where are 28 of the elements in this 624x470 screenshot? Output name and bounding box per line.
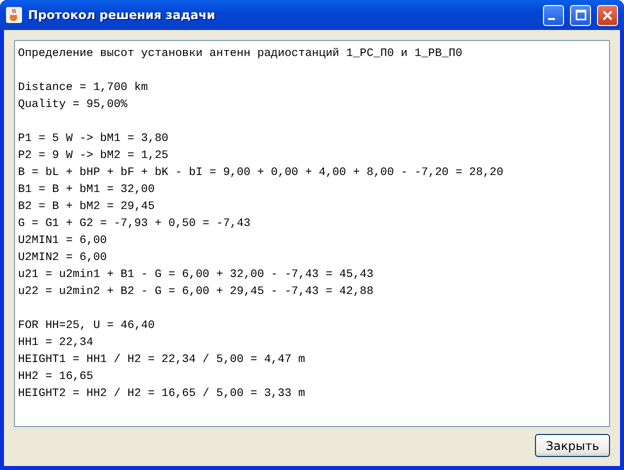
report-line: B2 = B + bM2 = 29,45 bbox=[18, 200, 156, 215]
report-line: FOR HH=25, U = 46,40 bbox=[18, 319, 156, 334]
maximize-icon bbox=[574, 9, 586, 21]
report-text-area[interactable] bbox=[14, 40, 610, 427]
minimize-icon bbox=[548, 18, 555, 20]
report-line: U2MIN2 = 6,00 bbox=[18, 251, 108, 266]
coffee-cup-icon bbox=[6, 7, 22, 23]
window-title: Протокол решения задачи bbox=[28, 8, 216, 22]
report-line: B = bL + bHP + bF + bK - bI = 9,00 + 0,00 + 4,00 + 8,00 - -7,20 = 28,20 bbox=[18, 166, 504, 181]
report-line: HH2 = 16,65 bbox=[18, 370, 94, 385]
report-line: U2MIN1 = 6,00 bbox=[18, 234, 108, 249]
report-line: u21 = u2min1 + B1 - G = 6,00 + 32,00 - -7,43 = 45,43 bbox=[18, 268, 374, 283]
close-icon bbox=[602, 10, 613, 20]
close-dialog-button[interactable]: Закрыть bbox=[535, 434, 610, 457]
report-line: G = G1 + G2 = -7,93 + 0,50 = -7,43 bbox=[18, 217, 252, 232]
report-line: Quality = 95,00% bbox=[18, 98, 128, 113]
report-line: P1 = 5 W -> bM1 = 3,80 bbox=[18, 132, 170, 147]
report-line: HH1 = 22,34 bbox=[18, 336, 94, 351]
report-line: Определение высот установки антенн радиостанций 1_PC_П0 и 1_PB_П0 bbox=[18, 46, 464, 62]
report-line: u22 = u2min2 + B2 - G = 6,00 + 29,45 - -7,43 = 42,88 bbox=[18, 284, 374, 300]
report-line: HEIGHT1 = HH1 / H2 = 22,34 / 5,00 = 4,47 m bbox=[18, 352, 306, 368]
close-button[interactable] bbox=[597, 4, 618, 26]
maximize-button[interactable] bbox=[570, 4, 591, 26]
report-line: HEIGHT2 = HH2 / H2 = 16,65 / 5,00 = 3,33 m bbox=[18, 386, 306, 402]
report-line: P2 = 9 W -> bM2 = 1,25 bbox=[18, 148, 170, 164]
report-line: Distance = 1,700 km bbox=[18, 80, 149, 96]
report-line: B1 = B + bM1 = 32,00 bbox=[18, 182, 156, 198]
minimize-button[interactable] bbox=[543, 4, 564, 26]
